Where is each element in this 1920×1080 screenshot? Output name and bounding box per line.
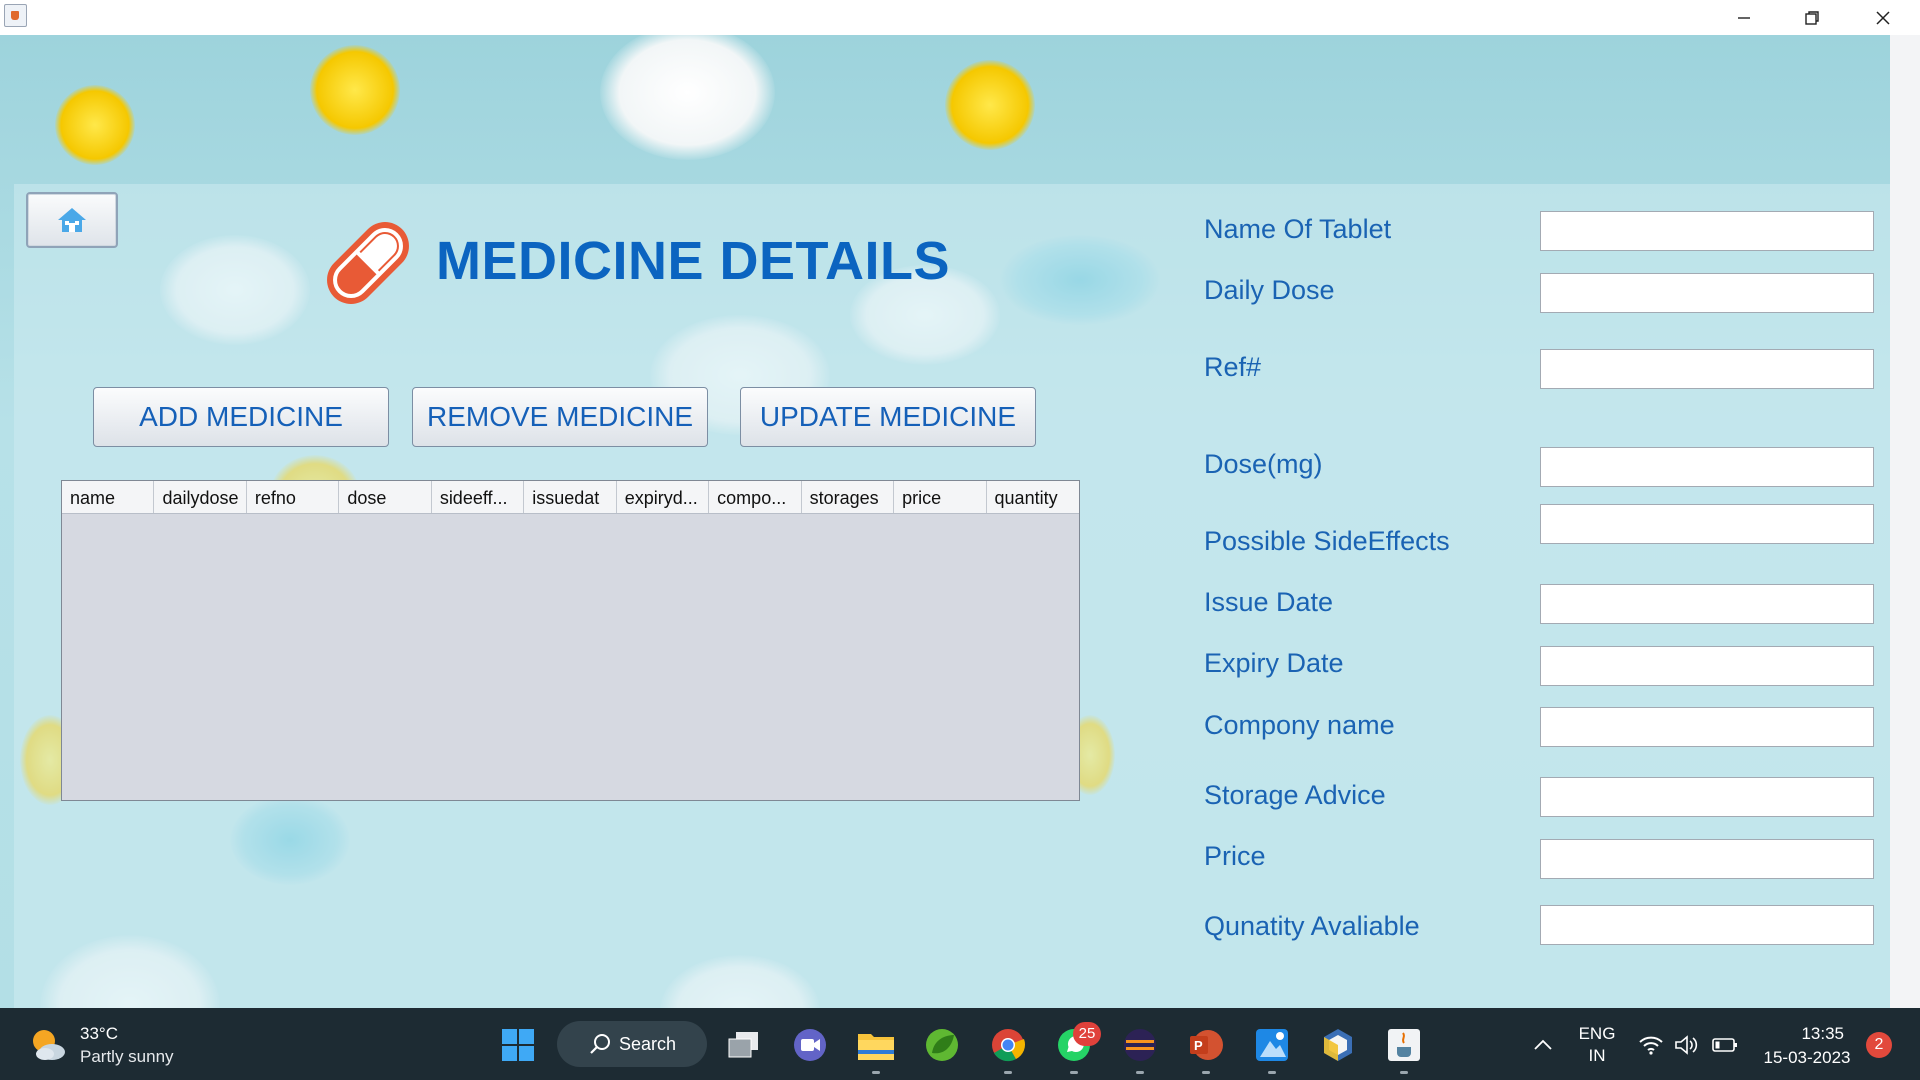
java-icon[interactable] <box>1385 1026 1423 1064</box>
background-pill <box>55 85 135 165</box>
weather-condition: Partly sunny <box>80 1047 174 1066</box>
update-medicine-button[interactable]: UPDATE MEDICINE <box>740 387 1036 447</box>
label-storage-advice: Storage Advice <box>1204 780 1386 810</box>
background-pill <box>310 45 400 135</box>
quantity-available-input[interactable] <box>1540 905 1874 945</box>
notification-badge[interactable]: 2 <box>1866 1032 1892 1058</box>
column-header-storages[interactable]: storages <box>802 481 895 513</box>
column-header-sideeffects[interactable]: sideeff... <box>432 481 525 513</box>
label-expiry-date: Expiry Date <box>1204 648 1344 678</box>
search-icon <box>590 1034 610 1054</box>
language-indicator[interactable]: ENG IN <box>1577 1023 1617 1067</box>
minimize-button[interactable] <box>1709 0 1779 35</box>
column-header-dailydose[interactable]: dailydose <box>154 481 247 513</box>
search-label: Search <box>619 1033 677 1054</box>
background-pill <box>600 35 775 160</box>
chrome-icon[interactable] <box>989 1026 1027 1064</box>
running-indicator <box>1004 1071 1012 1074</box>
partly-sunny-icon <box>28 1025 68 1065</box>
windows-start-icon[interactable] <box>499 1026 537 1064</box>
company-name-input[interactable] <box>1540 707 1874 747</box>
storage-advice-input[interactable] <box>1540 777 1874 817</box>
column-header-name[interactable]: name <box>62 481 155 513</box>
wifi-icon[interactable] <box>1634 1026 1668 1064</box>
expiry-date-input[interactable] <box>1540 646 1874 686</box>
column-header-issuedat[interactable]: issuedat <box>524 481 617 513</box>
running-indicator <box>1268 1071 1276 1074</box>
window-title-bar <box>0 0 1920 35</box>
issue-date-input[interactable] <box>1540 584 1874 624</box>
label-dose-mg: Dose(mg) <box>1204 449 1323 479</box>
close-icon <box>1876 10 1890 25</box>
column-header-quantity[interactable]: quantity <box>987 481 1079 513</box>
java-app-icon <box>4 4 27 27</box>
language-code: ENG <box>1578 1024 1616 1043</box>
weather-temperature: 33°C <box>80 1024 118 1043</box>
spring-tool-icon[interactable] <box>923 1026 961 1064</box>
eclipse-icon[interactable] <box>1121 1026 1159 1064</box>
language-region: IN <box>1588 1046 1606 1065</box>
running-indicator <box>1070 1071 1078 1074</box>
medicine-table[interactable]: name dailydose refno dose sideeff... iss… <box>61 480 1080 801</box>
column-header-dose[interactable]: dose <box>339 481 432 513</box>
label-company-name: Compony name <box>1204 710 1395 740</box>
label-issue-date: Issue Date <box>1204 587 1334 617</box>
running-indicator <box>872 1071 880 1074</box>
label-ref-number: Ref# <box>1204 352 1262 382</box>
clock[interactable]: 13:35 15-03-2023 <box>1752 1022 1862 1070</box>
label-price: Price <box>1204 841 1266 871</box>
table-header: name dailydose refno dose sideeff... iss… <box>62 481 1079 514</box>
weather-widget[interactable]: 33°C Partly sunny <box>28 1022 174 1068</box>
close-button[interactable] <box>1848 0 1918 35</box>
add-medicine-button[interactable]: ADD MEDICINE <box>93 387 389 447</box>
label-name-of-tablet: Name Of Tablet <box>1204 214 1392 244</box>
dose-mg-input[interactable] <box>1540 447 1874 487</box>
column-header-price[interactable]: price <box>894 481 987 513</box>
daily-dose-input[interactable] <box>1540 273 1874 313</box>
whatsapp-badge: 25 <box>1073 1022 1101 1046</box>
ref-number-input[interactable] <box>1540 349 1874 389</box>
home-icon <box>58 208 86 232</box>
clock-date: 15-03-2023 <box>1763 1048 1851 1067</box>
remove-medicine-button[interactable]: REMOVE MEDICINE <box>412 387 708 447</box>
window-right-edge <box>1890 35 1920 1008</box>
column-header-company[interactable]: compo... <box>709 481 802 513</box>
file-explorer-icon[interactable] <box>857 1026 895 1064</box>
label-daily-dose: Daily Dose <box>1204 275 1335 305</box>
price-input[interactable] <box>1540 839 1874 879</box>
taskbar: 33°C Partly sunny Search 25 P ENG IN 13:… <box>0 1008 1920 1080</box>
column-header-expirydate[interactable]: expiryd... <box>617 481 710 513</box>
restore-icon <box>1805 10 1819 25</box>
capsule-icon <box>327 222 409 304</box>
powerpoint-icon[interactable]: P <box>1187 1026 1225 1064</box>
battery-icon[interactable] <box>1708 1026 1742 1064</box>
running-indicator <box>1400 1071 1408 1074</box>
page-title: MEDICINE DETAILS <box>436 231 951 291</box>
volume-icon[interactable] <box>1670 1026 1704 1064</box>
meet-icon[interactable] <box>791 1026 829 1064</box>
restore-button[interactable] <box>1777 0 1847 35</box>
chevron-up-icon[interactable] <box>1526 1026 1560 1064</box>
background-pill <box>945 60 1035 150</box>
name-of-tablet-input[interactable] <box>1540 211 1874 251</box>
taskbar-search-button[interactable]: Search <box>557 1021 707 1067</box>
label-quantity-available: Qunatity Avaliable <box>1204 911 1420 941</box>
svg-text:P: P <box>1194 1038 1203 1053</box>
running-indicator <box>1202 1071 1210 1074</box>
virtualbox-icon[interactable] <box>1319 1026 1357 1064</box>
home-button[interactable] <box>26 192 118 248</box>
paint-icon[interactable] <box>1253 1026 1291 1064</box>
running-indicator <box>1136 1071 1144 1074</box>
possible-side-effects-input[interactable] <box>1540 504 1874 544</box>
label-possible-side-effects: Possible SideEffects <box>1204 526 1450 556</box>
column-header-refno[interactable]: refno <box>247 481 340 513</box>
minimize-icon <box>1738 16 1750 19</box>
task-view-icon[interactable] <box>725 1026 763 1064</box>
clock-time: 13:35 <box>1801 1024 1844 1043</box>
